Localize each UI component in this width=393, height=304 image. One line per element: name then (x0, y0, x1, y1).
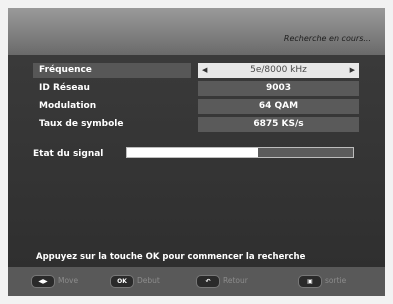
footer-key-label: Retour (223, 276, 248, 285)
symbol-rate-value[interactable]: 6875 KS/s (198, 117, 359, 132)
tv-screen: Recherche en cours... Fréquence ◀ 5e/800… (8, 8, 385, 296)
left-arrow-icon[interactable]: ◀ (202, 63, 207, 78)
setting-label: Modulation (39, 101, 97, 111)
setting-label: Taux de symbole (39, 119, 124, 129)
return-key-icon: ↶ (196, 275, 220, 288)
frequency-value: 5e/8000 kHz (250, 65, 307, 75)
footer-key-label: Debut (137, 276, 160, 285)
signal-strength-bar (126, 147, 354, 158)
exit-key-icon: ▣ (298, 275, 322, 288)
frequency-selector[interactable]: ◀ 5e/8000 kHz ▶ (198, 63, 359, 78)
nav-arrows-icon: ◀▶ (31, 275, 55, 288)
instruction-hint: Appuyez sur la touche OK pour commencer … (36, 252, 306, 262)
footer-key-label: Move (58, 276, 79, 285)
ok-key-icon: OK (110, 275, 134, 288)
footer-key-label: sortie (325, 276, 347, 285)
search-status-title: Recherche en cours... (283, 34, 371, 43)
signal-strength-fill (127, 148, 259, 157)
header-bar: Recherche en cours... (8, 8, 385, 55)
setting-label: ID Réseau (39, 83, 90, 93)
setting-label: Fréquence (33, 63, 191, 78)
signal-label: Etat du signal (33, 149, 104, 159)
modulation-value[interactable]: 64 QAM (198, 99, 359, 114)
network-id-value[interactable]: 9003 (198, 81, 359, 96)
right-arrow-icon[interactable]: ▶ (350, 63, 355, 78)
settings-panel: Fréquence ◀ 5e/8000 kHz ▶ ID Réseau 9003… (8, 55, 385, 267)
footer-bar: ◀▶ Move OK Debut ↶ Retour ▣ sortie (8, 267, 385, 296)
